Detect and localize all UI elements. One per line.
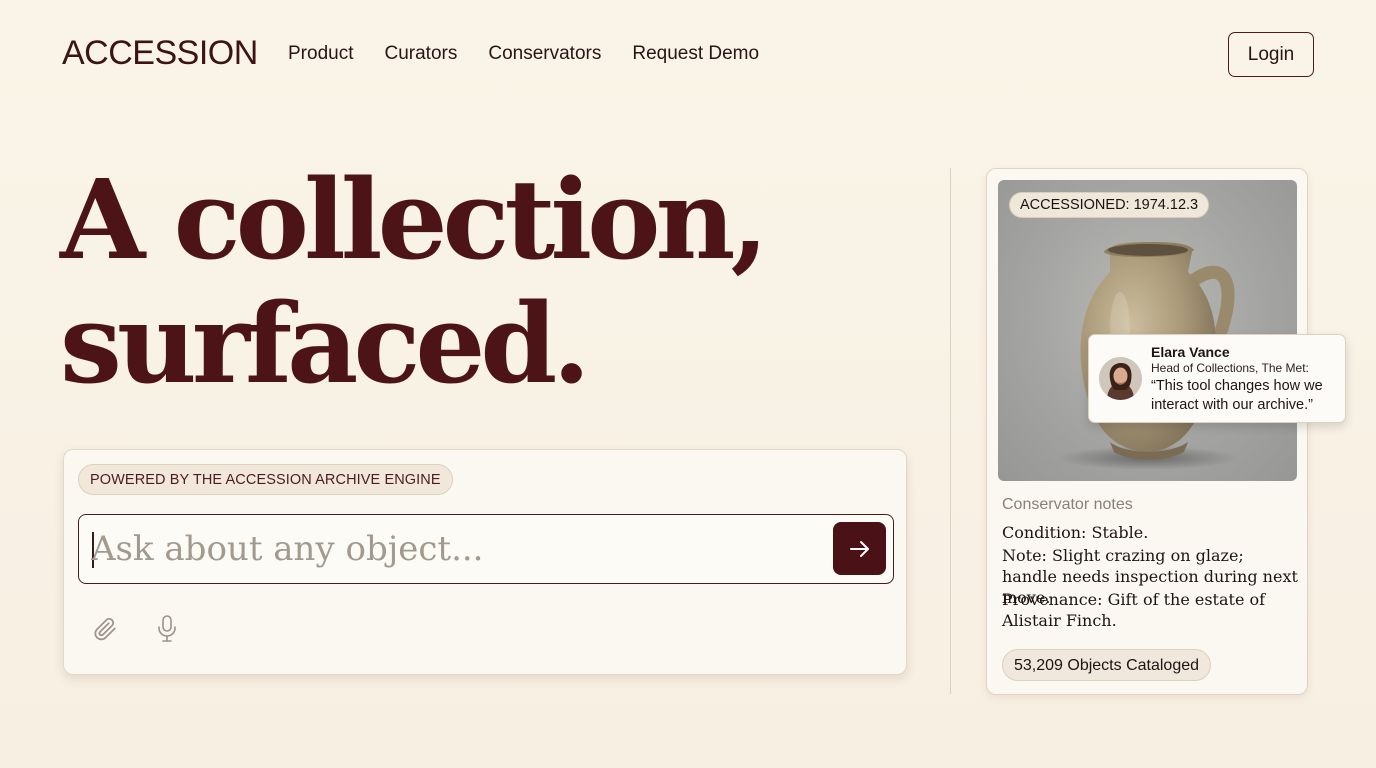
testimonial-quote: “This tool changes how we interact with … [1151,378,1323,413]
objects-count-badge: 53,209 Objects Cataloged [1002,649,1212,681]
attach-button[interactable] [90,612,120,646]
object-card[interactable]: ACCESSIONED: 1974.12.3 Conservator notes… [986,168,1308,695]
note-condition: Condition: Stable. [1002,523,1149,542]
testimonial-name: Elara Vance [1151,344,1230,360]
arrow-right-icon [849,540,869,557]
nav-link-conservators[interactable]: Conservators [488,43,601,65]
brand-logo[interactable]: ACCESSION [62,34,258,73]
powered-by-badge: POWERED BY THE ACCESSION ARCHIVE ENGINE [78,464,453,495]
nav-link-request-demo[interactable]: Request Demo [632,43,759,65]
vertical-divider [950,168,951,694]
notes-label: Conservator notes [1002,496,1133,513]
accession-badge: ACCESSIONED: 1974.12.3 [1009,192,1210,218]
object-image: ACCESSIONED: 1974.12.3 [998,180,1297,481]
hero-title-line-1: A collection, [60,155,769,284]
nav-link-product[interactable]: Product [288,43,353,65]
landing-page: ACCESSION Product Curators Conservators … [0,0,1376,768]
submit-button[interactable] [833,522,886,575]
jug-illustration [1058,241,1238,470]
hero-title-line-2: surfaced. [60,279,591,408]
search-input[interactable] [91,523,811,575]
voice-input-button[interactable] [152,612,182,646]
nav-link-curators[interactable]: Curators [384,43,457,65]
testimonial-card: Elara Vance Head of Collections, The Met… [1088,334,1346,423]
search-card: POWERED BY THE ACCESSION ARCHIVE ENGINE [63,449,907,675]
paperclip-icon [94,617,116,641]
main-nav: Product Curators Conservators Request De… [288,43,759,65]
testimonial-role: Head of Collections, The Met: [1151,361,1309,375]
avatar [1099,357,1142,400]
avatar-portrait [1099,357,1142,400]
microphone-icon [158,615,176,642]
login-button[interactable]: Login [1228,32,1314,77]
search-box[interactable] [78,514,894,584]
hero-title: A collection, surfaced. [60,158,820,406]
note-provenance: Provenance: Gift of the estate of Alista… [1002,590,1266,630]
